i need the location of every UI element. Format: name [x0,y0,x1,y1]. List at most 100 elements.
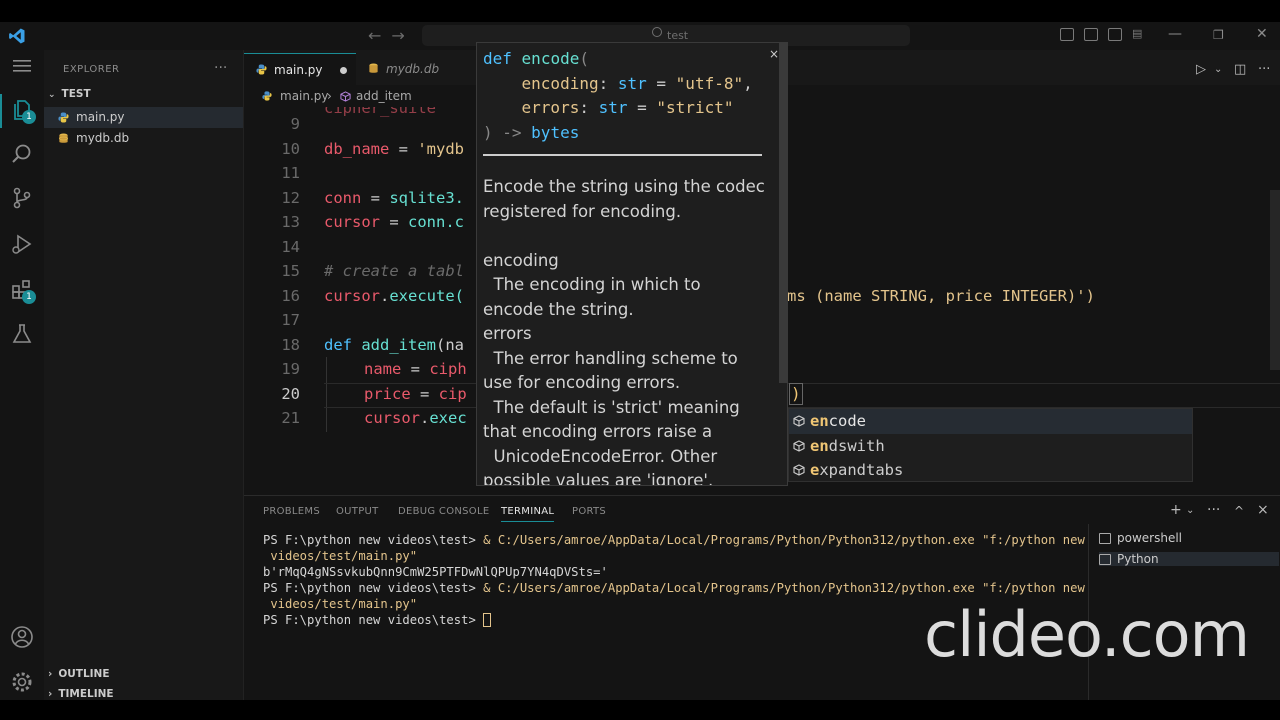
database-file-icon [369,63,378,73]
split-editor-icon[interactable]: ◫ [1234,62,1246,77]
extensions-badge: 1 [22,290,36,304]
back-arrow-icon[interactable]: ← [368,26,391,45]
clideo-watermark: clideo.com [924,598,1250,671]
file-mydb-db[interactable]: mydb.db [44,128,243,149]
method-cube-icon [793,439,805,452]
tab-debug-console[interactable]: DEBUG CONSOLE [398,506,489,517]
code-token: conn [324,188,362,207]
tab-mydb-db[interactable]: mydb.db [356,53,451,85]
code-token: price [364,384,411,403]
toggle-secondary-sidebar-icon[interactable] [1108,28,1122,41]
search-icon[interactable] [10,142,34,166]
python-file-icon [256,64,267,75]
tab-output[interactable]: OUTPUT [336,506,379,517]
folder-test[interactable]: ⌄ TEST [48,88,91,100]
new-terminal-button[interactable]: + [1170,502,1182,518]
suggestion-item[interactable]: encode [789,409,1192,434]
activity-bar: 1 1 [0,50,44,700]
editor-more-icon[interactable]: ··· [1258,62,1270,77]
line-number: 21 [281,409,300,427]
settings-gear-icon[interactable] [10,670,34,694]
code-token: = [389,139,418,158]
letterbox-bottom [0,700,1280,720]
terminal-cursor [483,613,492,627]
maximize-panel-icon[interactable]: ^ [1234,504,1244,518]
code-token: cursor [364,409,420,427]
terminal-prompt: PS F:\python new videos\test> [263,613,484,627]
line-number: 11 [281,164,300,182]
explorer-sidebar: EXPLORER ··· ⌄ TEST main.py mydb.db › OUTL… [44,50,244,700]
chevron-down-icon: ⌄ [48,90,56,100]
terminal-entry-label: Python [1117,552,1159,566]
code-comment: # create a tabl [324,262,464,280]
code-token: name [364,360,402,378]
terminal-entry-python[interactable]: Python [1099,552,1279,566]
line-number: 12 [281,188,300,207]
source-control-icon[interactable] [10,186,34,210]
account-icon[interactable] [10,625,34,649]
breadcrumb-file[interactable]: main.py [280,89,329,103]
code-token: = [380,213,408,231]
testing-flask-icon[interactable] [10,322,34,346]
line-number: 19 [281,360,300,378]
terminal-entry-powershell[interactable]: powershell [1099,531,1182,545]
sig-token: str [598,98,628,117]
terminal-output-line: b'rMqQ4gNSsvkubQnn9CmW25PTFDwNlQPUp7YN4q… [263,565,608,579]
menu-icon[interactable] [10,58,34,74]
hover-divider [483,154,762,156]
outline-section[interactable]: › OUTLINE [48,668,110,680]
suggestion-rest: dswith [828,436,885,455]
line-number: 10 [281,139,300,158]
tab-ports[interactable]: PORTS [572,506,606,517]
chevron-right-icon: › [48,688,53,700]
run-dropdown-icon[interactable]: ⌄ [1214,64,1222,75]
timeline-section[interactable]: › TIMELINE [48,688,114,700]
terminal-dropdown-icon[interactable]: ⌄ [1186,505,1194,516]
hover-close-icon[interactable]: × [769,47,779,61]
layout-controls: ▤ [1060,28,1146,41]
breadcrumb-symbol[interactable]: add_item [356,89,412,103]
unsaved-dot-icon[interactable] [340,67,347,74]
minimize-icon[interactable]: — [1168,26,1182,42]
toggle-sidebar-icon[interactable] [1060,28,1074,41]
hover-scrollbar[interactable] [779,43,787,383]
line-number: 13 [281,213,300,231]
toggle-panel-icon[interactable] [1084,28,1098,41]
code-token: add_item [361,335,436,354]
code-token: = [401,360,430,378]
sig-token: ( [579,49,589,68]
file-label: mydb.db [76,131,130,145]
code-token: 'mydb [417,139,464,158]
line-number: 14 [281,237,300,256]
customize-layout-icon[interactable]: ▤ [1132,28,1146,41]
explorer-title: EXPLORER [63,64,120,75]
sig-token: , [743,73,753,93]
file-main-py[interactable]: main.py [44,107,243,128]
search-icon [652,27,662,37]
explorer-more-actions[interactable]: ··· [214,60,227,76]
close-panel-icon[interactable]: × [1257,502,1269,518]
vscode-logo-icon [9,28,25,44]
window-close-icon[interactable]: ✕ [1256,26,1268,42]
nav-arrows: ←→ [368,26,415,45]
restore-icon[interactable]: ❐ [1213,28,1224,42]
sig-token: encoding [521,73,599,93]
suggestion-item[interactable]: endswith [789,434,1192,459]
tab-terminal[interactable]: TERMINAL [501,506,555,522]
suggestion-item[interactable]: expandtabs [789,458,1192,483]
run-debug-icon[interactable] [10,232,34,256]
sig-token: bytes [531,122,580,142]
panel-more-icon[interactable]: ··· [1207,502,1220,518]
tab-problems[interactable]: PROBLEMS [263,506,320,517]
sig-token: = [646,73,676,93]
database-file-icon [59,133,68,143]
forward-arrow-icon[interactable]: → [391,26,414,45]
code-token: . [420,409,430,427]
editor-scrollbar[interactable] [1270,190,1280,370]
run-python-icon[interactable]: ▷ [1196,62,1206,77]
tab-main-py[interactable]: main.py [244,53,356,85]
line-number: 20 [281,384,300,403]
suggestion-match: en [810,436,829,455]
hover-documentation-popup[interactable]: def encode( encoding: str = "utf-8", err… [476,42,788,486]
